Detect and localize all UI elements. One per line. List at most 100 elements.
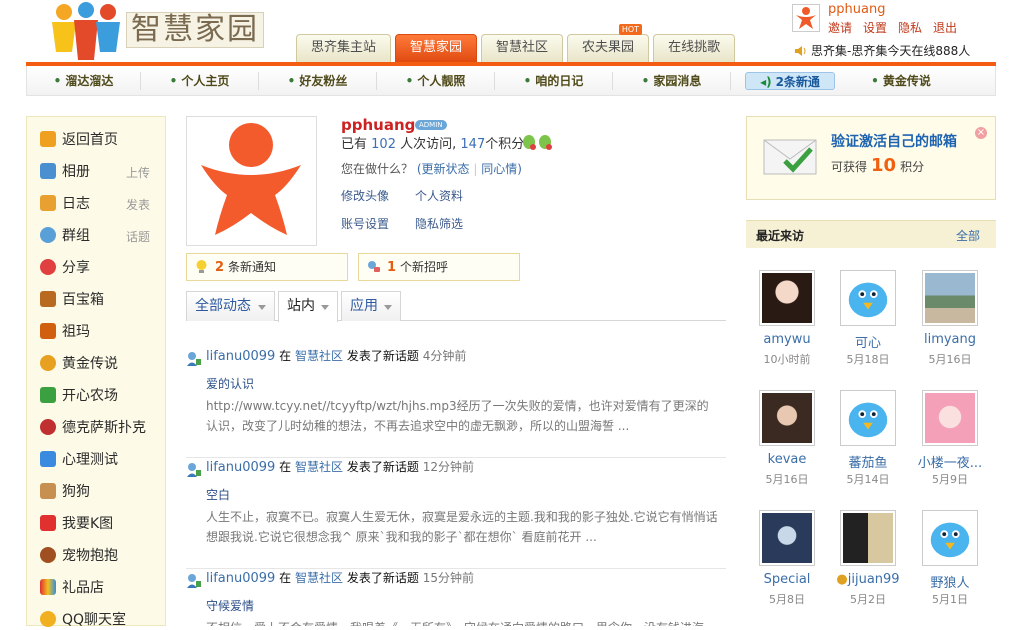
nav-messages[interactable]: • 家园消息 — [613, 71, 731, 90]
visitor-name[interactable]: 蕃茄鱼 — [828, 452, 908, 471]
visit-count: 102 — [371, 137, 396, 152]
tab-apps[interactable]: 应用 — [341, 291, 401, 321]
notebook-icon — [40, 195, 56, 211]
sidebar-item-share[interactable]: 分享 — [38, 256, 158, 278]
all-visitors-link[interactable]: 全部 — [956, 227, 980, 244]
post-link[interactable]: 发表 — [126, 196, 150, 213]
feed-title-link[interactable]: 守候爱情 — [206, 597, 254, 614]
edit-avatar-link[interactable]: 修改头像 — [341, 187, 389, 204]
nav-homepage[interactable]: • 个人主页 — [141, 71, 259, 90]
sidebar-item-gift-shop[interactable]: 礼品店 — [38, 576, 158, 598]
verify-email-link[interactable]: 验证激活自己的邮箱 — [831, 131, 957, 151]
topics-link[interactable]: 话题 — [126, 228, 150, 245]
settings-link[interactable]: 设置 — [863, 21, 887, 35]
sidebar-item-farm[interactable]: 开心农场 — [38, 384, 158, 406]
sidebar-item-texas-poker[interactable]: 德克萨斯扑克 — [38, 416, 158, 438]
tab-smart-home[interactable]: 智慧家园 — [395, 34, 478, 62]
profile-name[interactable]: pphuang — [341, 116, 415, 134]
update-status-link[interactable]: (更新状态 — [417, 162, 470, 176]
sidebar-item-blog[interactable]: 日志 发表 — [38, 192, 158, 214]
tab-online-songs[interactable]: 在线挑歌 — [653, 34, 736, 62]
feed-community-link[interactable]: 智慧社区 — [295, 349, 343, 363]
visitor-avatar[interactable] — [922, 510, 978, 566]
main-tabs: 思齐集主站 智慧家园 智慧社区 农夫果园 HOT 在线挑歌 — [296, 24, 739, 62]
feed-title-link[interactable]: 空白 — [206, 486, 230, 503]
sidebar-item-home[interactable]: 返回首页 — [38, 128, 158, 150]
privacy-link[interactable]: 隐私 — [898, 21, 922, 35]
visitor-avatar[interactable] — [922, 390, 978, 446]
visitor-name[interactable]: limyang — [910, 332, 990, 347]
visitor-avatar[interactable] — [759, 510, 815, 566]
site-logo[interactable]: 智慧家园 — [48, 2, 268, 62]
user-avatar[interactable] — [792, 4, 820, 32]
visit-date: 5月9日 — [932, 473, 968, 486]
close-icon[interactable]: × — [975, 127, 987, 139]
profile-avatar[interactable] — [186, 116, 317, 246]
gold-coin-icon — [40, 355, 56, 371]
visitor-avatar[interactable] — [759, 390, 815, 446]
visitor-name[interactable]: Special — [747, 572, 827, 587]
recent-visitors-header: 最近来访 全部 — [746, 220, 996, 248]
feed-community-link[interactable]: 智慧社区 — [295, 571, 343, 585]
visitor-name[interactable]: 小楼一夜... — [910, 452, 990, 471]
photo-icon — [40, 163, 56, 179]
visitor-avatar[interactable] — [759, 270, 815, 326]
nav-stroll[interactable]: • 溜达溜达 — [27, 71, 141, 90]
feed-title-link[interactable]: 爱的认识 — [206, 375, 254, 392]
visit-date: 10小时前 — [763, 353, 811, 366]
nav-golden-legend[interactable]: • 黄金传说 — [849, 72, 953, 90]
visitor-name[interactable]: ●jijuan99 — [828, 572, 908, 587]
tab-on-site[interactable]: 站内 — [278, 291, 338, 322]
visitor-card: 野狼人 5月1日 — [910, 510, 982, 620]
tab-main-site[interactable]: 思齐集主站 — [296, 34, 392, 62]
logout-link[interactable]: 退出 — [933, 21, 957, 35]
visitor-avatar[interactable] — [840, 510, 896, 566]
sidebar-item-dog[interactable]: 狗狗 — [38, 480, 158, 502]
chevron-down-icon — [258, 305, 266, 310]
visitor-name[interactable]: 野狼人 — [910, 572, 990, 591]
tab-farmer-orchard[interactable]: 农夫果园 HOT — [567, 24, 650, 62]
sidebar-item-qq-chat[interactable]: QQ聊天室 — [38, 608, 158, 630]
privacy-filter-link[interactable]: 隐私筛选 — [415, 215, 463, 232]
sidebar-item-pet-hug[interactable]: 宠物抱抱 — [38, 544, 158, 566]
logo-text: 智慧家园 — [126, 12, 264, 48]
visitor-avatar[interactable] — [840, 390, 896, 446]
feed-time: 4分钟前 — [422, 349, 467, 363]
username[interactable]: pphuang — [828, 2, 885, 17]
logo-figures-icon — [52, 2, 120, 60]
visitor-name[interactable]: kevae — [747, 452, 827, 467]
profile-figure-icon — [201, 123, 301, 235]
sidebar-item-album[interactable]: 相册 上传 — [38, 160, 158, 182]
feed-user-link[interactable]: lifanu0099 — [206, 349, 275, 364]
visit-date: 5月16日 — [928, 353, 972, 366]
sidebar-item-golden-legend[interactable]: 黄金传说 — [38, 352, 158, 374]
sidebar-item-zuma[interactable]: 祖玛 — [38, 320, 158, 342]
account-settings-link[interactable]: 账号设置 — [341, 215, 389, 232]
new-greetings[interactable]: 1 个新招呼 — [358, 253, 520, 281]
feed-user-link[interactable]: lifanu0099 — [206, 571, 275, 586]
sidebar-item-psych-test[interactable]: 心理测试 — [38, 448, 158, 470]
nav-photos[interactable]: • 个人靓照 — [377, 71, 495, 90]
nav-friends[interactable]: • 好友粉丝 — [259, 71, 377, 90]
invite-link[interactable]: 邀请 — [828, 21, 852, 35]
tab-all-activity[interactable]: 全部动态 — [186, 291, 275, 321]
tab-smart-community[interactable]: 智慧社区 — [481, 34, 564, 62]
visitor-avatar[interactable] — [922, 270, 978, 326]
upload-link[interactable]: 上传 — [126, 164, 150, 181]
profile-info-link[interactable]: 个人资料 — [415, 187, 463, 204]
feed-community-link[interactable]: 智慧社区 — [295, 460, 343, 474]
nav-diary[interactable]: • 咱的日记 — [495, 71, 613, 90]
sidebar-item-k-pic[interactable]: 我要K图 — [38, 512, 158, 534]
mood-link[interactable]: 同心情) — [481, 162, 522, 176]
visitor-avatar[interactable] — [840, 270, 896, 326]
feed-excerpt: http://www.tcyy.net//tcyyftp/wzt/hjhs.mp… — [206, 399, 709, 433]
flask-icon — [40, 451, 56, 467]
feed-excerpt: 人生不止，寂寞不已。寂寞人生爱无休，寂寞是爱永远的主题.我和我的影子独处.它说它… — [206, 510, 718, 544]
visitor-name[interactable]: 可心 — [828, 332, 908, 351]
sidebar-item-treasure-box[interactable]: 百宝箱 — [38, 288, 158, 310]
nav-new-notices[interactable]: ◂) 2条新通 — [745, 71, 835, 90]
feed-user-link[interactable]: lifanu0099 — [206, 460, 275, 475]
visitor-name[interactable]: amywu — [747, 332, 827, 347]
new-notifications[interactable]: 2 条新通知 — [186, 253, 348, 281]
sidebar-item-groups[interactable]: 群组 话题 — [38, 224, 158, 246]
